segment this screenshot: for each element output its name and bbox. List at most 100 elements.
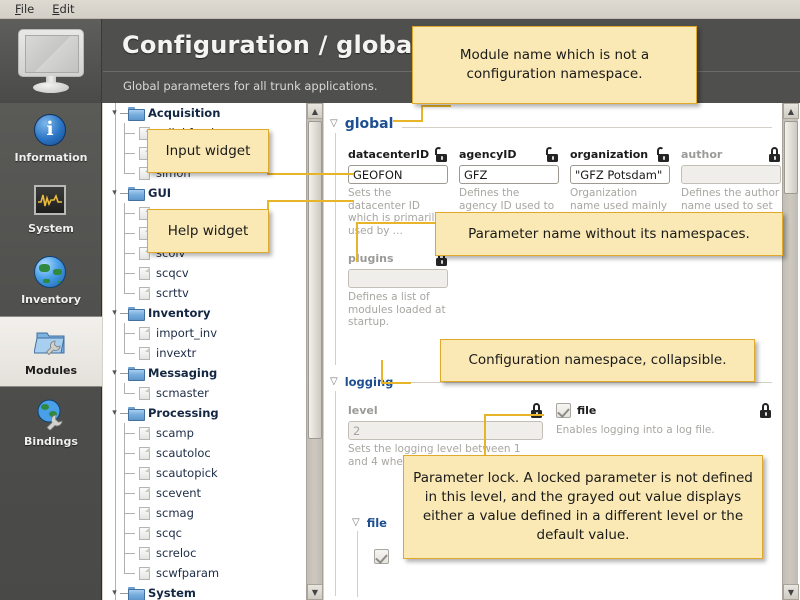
monitor-icon [18, 29, 84, 91]
namespace-label: file [367, 516, 387, 530]
namespace-guide [335, 133, 336, 365]
file-icon [139, 547, 150, 560]
tree-item-scautopick[interactable]: scautopick [103, 463, 306, 483]
tree-item-scqcv[interactable]: scqcv [103, 263, 306, 283]
sidebar-item-inventory[interactable]: Inventory [0, 245, 102, 316]
folder-icon [128, 587, 143, 599]
plugins-input[interactable] [348, 269, 448, 288]
connector-input-widget-h [269, 173, 354, 175]
tree-item-label: screloc [156, 546, 196, 560]
waveform-icon [34, 185, 68, 219]
tree-item-scmag[interactable]: scmag [103, 503, 306, 523]
page-title: Configuration / global [122, 31, 421, 59]
sidebar-item-system[interactable]: System [0, 174, 102, 245]
padlock-closed-icon[interactable] [768, 147, 781, 162]
tree-group-label: Inventory [148, 306, 211, 320]
tree-item-label: scrttv [156, 286, 189, 300]
menu-item-file[interactable]: File [6, 1, 43, 18]
info-icon: i [34, 114, 68, 148]
folder-icon [128, 367, 143, 379]
sidebar-item-modules[interactable]: Modules [0, 316, 102, 387]
tree-item-label: scautoloc [156, 446, 211, 460]
connector-param-name-h [356, 222, 436, 224]
tree-item-scwfparam[interactable]: scwfparam [103, 563, 306, 583]
tree-item-label: scautopick [156, 466, 218, 480]
application-window: File Edit Configuration / global Global … [0, 0, 800, 600]
collapse-triangle-icon[interactable]: ▽ [330, 377, 338, 387]
connector-namespace-h [381, 382, 411, 384]
scroll-up-icon[interactable]: ▲ [307, 103, 323, 119]
param-plugins: plugins Defines a list of modules loaded… [348, 251, 448, 329]
chevron-down-icon[interactable]: ▾ [109, 409, 120, 418]
tree-item-scautoloc[interactable]: scautoloc [103, 443, 306, 463]
tree-item-label: scmag [156, 506, 194, 520]
folder-icon [128, 187, 143, 199]
scrollbar-thumb[interactable] [308, 121, 322, 439]
chevron-down-icon[interactable]: ▾ [109, 189, 120, 198]
author-input[interactable] [681, 165, 781, 184]
tree-item-scevent[interactable]: scevent [103, 483, 306, 503]
param-label: author [681, 148, 722, 161]
tree-scrollbar[interactable]: ▲ ▼ [306, 103, 322, 600]
namespace-guide [335, 391, 336, 596]
namespace-file[interactable]: ▽ file [352, 516, 387, 530]
tree-item-label: import_inv [156, 326, 217, 340]
chevron-down-icon[interactable]: ▾ [109, 309, 120, 318]
param-description: Sets the datacenter ID which is primaril… [348, 187, 448, 237]
sidebar: i Information System Inventory [0, 103, 102, 600]
module-tree[interactable]: ▾ Acquisition sclinkfeed slarchive slmon [103, 103, 306, 600]
collapse-triangle-icon[interactable]: ▽ [352, 518, 360, 528]
padlock-closed-icon[interactable] [759, 403, 772, 418]
menu-item-edit[interactable]: Edit [43, 1, 83, 18]
datacenterID-input[interactable] [348, 165, 448, 184]
file-icon [139, 427, 150, 440]
connector-module-name-h [421, 105, 451, 107]
scrollbar-thumb[interactable] [784, 121, 798, 194]
connector-module-name-v [421, 105, 423, 122]
sidebar-item-information[interactable]: i Information [0, 103, 102, 174]
sidebar-item-label: Modules [25, 364, 77, 377]
param-author: author Defines the author name used to s… [681, 147, 781, 212]
file-icon [139, 567, 150, 580]
namespace-global[interactable]: ▽ global [330, 116, 393, 132]
tree-item-invextr[interactable]: invextr [103, 343, 306, 363]
file-icon [139, 387, 150, 400]
file-checkbox[interactable] [556, 403, 571, 418]
agencyID-input[interactable] [459, 165, 559, 184]
namespace-rule [396, 382, 772, 383]
tree-group-processing[interactable]: ▾ Processing [103, 403, 306, 423]
file-icon [139, 327, 150, 340]
scroll-up-icon[interactable]: ▲ [783, 103, 799, 119]
level-input[interactable] [348, 421, 543, 440]
tree-item-scrttv[interactable]: scrttv [103, 283, 306, 303]
config-scrollbar[interactable]: ▲ ▼ [782, 103, 798, 600]
tree-group-label: Messaging [148, 366, 217, 380]
callout-param-name: Parameter name without its namespaces. [435, 212, 783, 256]
param-label: organization [570, 148, 648, 161]
tree-item-scamp[interactable]: scamp [103, 423, 306, 443]
tree-item-scmaster[interactable]: scmaster [103, 383, 306, 403]
tree-item-label: scqc [156, 526, 182, 540]
file-nested-checkbox[interactable] [374, 549, 389, 564]
padlock-open-icon[interactable] [657, 147, 670, 162]
tree-item-import-inv[interactable]: import_inv [103, 323, 306, 343]
globe-icon [34, 256, 68, 290]
tree-item-label: scamp [156, 426, 194, 440]
sidebar-item-bindings[interactable]: Bindings [0, 387, 102, 458]
chevron-down-icon[interactable]: ▾ [109, 369, 120, 378]
scroll-down-icon[interactable]: ▼ [783, 584, 799, 600]
organization-input[interactable] [570, 165, 670, 184]
tree-item-screloc[interactable]: screloc [103, 543, 306, 563]
tree-item-scqc[interactable]: scqc [103, 523, 306, 543]
padlock-open-icon[interactable] [435, 147, 448, 162]
module-tree-panel[interactable]: ▾ Acquisition sclinkfeed slarchive slmon [103, 103, 323, 600]
scroll-down-icon[interactable]: ▼ [307, 584, 323, 600]
tree-group-system[interactable]: ▾ System [103, 583, 306, 600]
tree-group-acquisition[interactable]: ▾ Acquisition [103, 103, 306, 123]
tree-group-messaging[interactable]: ▾ Messaging [103, 363, 306, 383]
chevron-down-icon[interactable]: ▾ [109, 109, 120, 118]
padlock-open-icon[interactable] [546, 147, 559, 162]
chevron-down-icon[interactable]: ▾ [109, 589, 120, 598]
collapse-triangle-icon[interactable]: ▽ [330, 119, 338, 129]
tree-group-inventory[interactable]: ▾ Inventory [103, 303, 306, 323]
